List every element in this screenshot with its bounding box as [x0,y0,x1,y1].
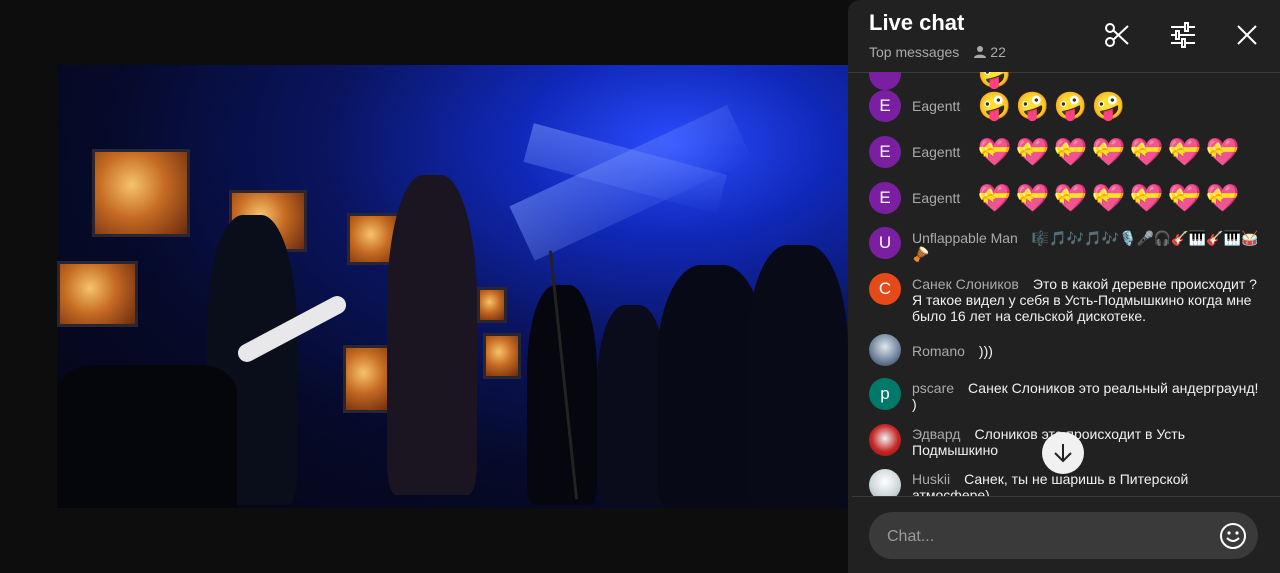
heart-emoji: 💝 [1129,137,1164,167]
heart-emoji: 💝 [1015,183,1050,213]
avatar [869,72,901,90]
stage-screen [343,345,393,413]
viewer-count: 22 [973,44,1006,60]
heart-emoji: 💝 [1015,137,1050,167]
avatar: E [869,90,901,122]
person-icon [974,46,987,58]
chat-input[interactable] [885,512,1209,561]
avatar [869,424,901,456]
chat-divider [852,496,1280,497]
message-author[interactable]: Eagentt [912,144,960,160]
avatar [869,334,901,366]
message-text: Санек Слоников это реальный андерграунд!… [912,380,1259,412]
drummer-silhouette [527,285,597,505]
emoji-row: 💝 💝 💝 💝 💝 💝 💝 [977,136,1240,168]
close-chat-button[interactable] [1232,20,1262,50]
face-emoji: 🤪 [1091,91,1126,121]
arrow-down-icon [1054,444,1072,463]
message-author[interactable]: Eagentt [912,190,960,206]
singer-silhouette [387,175,477,495]
heart-emoji: 💝 [1167,137,1202,167]
heart-emoji: 💝 [1167,183,1202,213]
clip-button[interactable] [1102,20,1132,50]
sliders-icon [1171,22,1195,48]
message-author[interactable]: Санек Слоников [912,276,1019,292]
message-author[interactable]: Eagentt [912,98,960,114]
heart-emoji: 💝 [1205,137,1240,167]
equipment-silhouette [57,365,237,508]
heart-emoji: 💝 [1091,137,1126,167]
stage-screen [483,333,521,379]
message-author[interactable]: Romano [912,343,965,359]
video-frame[interactable] [57,65,848,508]
stage-screen [92,149,190,237]
message-author[interactable]: Huskii [912,471,950,487]
emoji-row: 💝 💝 💝 💝 💝 💝 💝 [977,182,1240,214]
avatar: С [869,273,901,305]
stage-screen [57,261,138,327]
chat-mode-label: Top messages [869,44,960,60]
crowd-silhouette [747,245,848,508]
heart-emoji: 💝 [977,183,1012,213]
face-emoji: 🤪 [1015,91,1050,121]
chat-mode-selector[interactable]: Top messages 22 [869,44,1006,60]
live-chat-panel: Live chat Top messages 22 🤪 E Eagentt 🤪 … [848,0,1280,573]
heart-emoji: 💝 [1053,183,1088,213]
heart-emoji: 💝 [1053,137,1088,167]
heart-emoji: 💝 [1205,183,1240,213]
stage-screen [477,287,507,323]
emoji-picker-button[interactable] [1218,521,1248,551]
avatar: p [869,378,901,410]
message-author[interactable]: Unflappable Man [912,230,1018,246]
chat-input-container[interactable] [869,512,1258,561]
face-emoji: 🤪 [977,91,1012,121]
avatar [869,469,901,496]
face-emoji: 🤪 [1053,91,1088,121]
message-author[interactable]: Эдвард [912,426,960,442]
chat-settings-button[interactable] [1168,20,1198,50]
face-emoji: 🤪 [977,72,1012,89]
message-text: ))) [978,343,993,359]
message-text: Санек, ты не шаришь в Питерской атмосфер… [912,471,1189,496]
viewer-count-value: 22 [990,44,1006,60]
avatar: U [869,227,901,259]
heart-emoji: 💝 [1091,183,1126,213]
emoji-row: 🤪 🤪 🤪 🤪 [977,90,1126,122]
smiley-icon [1220,523,1246,549]
avatar: E [869,136,901,168]
scissors-icon [1105,23,1129,47]
heart-emoji: 💝 [1129,183,1164,213]
chat-title: Live chat [869,10,965,35]
chat-header: Live chat Top messages 22 [848,0,1280,73]
emoji-row: 🤪 [977,72,1012,90]
avatar: E [869,182,901,214]
heart-emoji: 💝 [977,137,1012,167]
scroll-to-bottom-button[interactable] [1042,432,1084,474]
video-player-area[interactable] [0,0,848,573]
close-icon [1237,25,1257,45]
message-author[interactable]: pscare [912,380,954,396]
